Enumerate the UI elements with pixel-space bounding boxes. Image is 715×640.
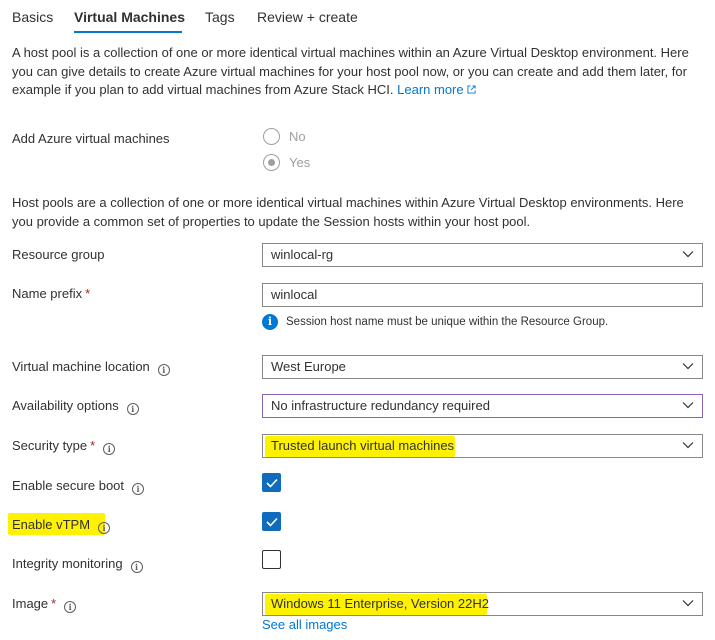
- learn-more-link[interactable]: Learn more: [397, 82, 476, 97]
- checkmark-icon: [266, 478, 278, 488]
- resource-group-value: winlocal-rg: [271, 247, 334, 262]
- vm-location-value: West Europe: [271, 359, 346, 374]
- chevron-down-icon: [682, 251, 694, 258]
- info-icon[interactable]: i: [130, 561, 143, 573]
- vm-location-select[interactable]: West Europe: [262, 355, 703, 379]
- see-all-images-link[interactable]: See all images: [262, 617, 347, 632]
- tab-basics[interactable]: Basics: [12, 9, 53, 25]
- info-icon[interactable]: i: [98, 522, 111, 534]
- add-vms-label: Add Azure virtual machines: [12, 131, 170, 146]
- availability-select[interactable]: No infrastructure redundancy required: [262, 394, 703, 418]
- secure-boot-label: Enable secure boot i: [12, 478, 145, 495]
- vtpm-label: Enable vTPM i: [12, 517, 111, 534]
- info-icon[interactable]: i: [103, 443, 116, 455]
- image-label: Image * i: [12, 596, 77, 613]
- resource-group-select[interactable]: winlocal-rg: [262, 243, 703, 267]
- info-icon[interactable]: i: [126, 403, 139, 415]
- radio-no-button[interactable]: [263, 127, 280, 145]
- image-value: Windows 11 Enterprise, Version 22H2: [271, 596, 489, 611]
- name-prefix-label: Name prefix *: [12, 286, 91, 301]
- secure-boot-checkbox[interactable]: [262, 473, 281, 492]
- chevron-down-icon: [682, 442, 694, 449]
- radio-yes-label: Yes: [289, 154, 311, 170]
- info-filled-icon: i: [262, 314, 278, 330]
- security-type-label: Security type * i: [12, 438, 116, 455]
- radio-yes[interactable]: Yes: [263, 153, 310, 171]
- image-select[interactable]: Windows 11 Enterprise, Version 22H2: [262, 592, 703, 616]
- radio-no-label: No: [289, 128, 306, 144]
- availability-value: No infrastructure redundancy required: [271, 398, 490, 413]
- name-prefix-value: winlocal: [271, 287, 318, 302]
- resource-group-label: Resource group: [12, 247, 105, 262]
- required-marker: *: [85, 286, 91, 301]
- chevron-down-icon: [682, 402, 694, 409]
- intro-text: A host pool is a collection of one or mo…: [12, 45, 689, 97]
- radio-yes-button[interactable]: [263, 153, 280, 171]
- tab-tags[interactable]: Tags: [205, 9, 235, 25]
- checkmark-icon: [266, 517, 278, 527]
- availability-label: Availability options i: [12, 398, 139, 415]
- external-link-icon: [467, 85, 476, 94]
- required-marker: *: [51, 596, 57, 611]
- tab-virtual-machines[interactable]: Virtual Machines: [74, 9, 185, 25]
- security-type-value: Trusted launch virtual machines: [271, 438, 455, 453]
- required-marker: *: [90, 438, 96, 453]
- info-icon[interactable]: i: [157, 364, 170, 376]
- integrity-checkbox[interactable]: [262, 550, 281, 569]
- name-prefix-input[interactable]: winlocal: [262, 283, 703, 307]
- info-icon[interactable]: i: [64, 601, 77, 613]
- host-pool-paragraph: Host pools are a collection of one or mo…: [12, 195, 684, 229]
- chevron-down-icon: [682, 600, 694, 607]
- radio-no[interactable]: No: [263, 127, 306, 145]
- name-prefix-hint-text: Session host name must be unique within …: [286, 316, 609, 328]
- security-type-select[interactable]: Trusted launch virtual machines: [262, 434, 703, 458]
- name-prefix-hint: i Session host name must be unique withi…: [262, 314, 608, 330]
- vm-location-label: Virtual machine location i: [12, 359, 170, 376]
- active-tab-indicator: [74, 31, 182, 33]
- info-icon[interactable]: i: [132, 483, 145, 495]
- tab-bar: Basics Virtual Machines Tags Review + cr…: [0, 0, 715, 34]
- tab-review-create[interactable]: Review + create: [257, 9, 358, 25]
- vtpm-checkbox[interactable]: [262, 512, 281, 531]
- integrity-label: Integrity monitoring i: [12, 556, 143, 573]
- chevron-down-icon: [682, 363, 694, 370]
- intro-paragraph: A host pool is a collection of one or mo…: [12, 44, 702, 100]
